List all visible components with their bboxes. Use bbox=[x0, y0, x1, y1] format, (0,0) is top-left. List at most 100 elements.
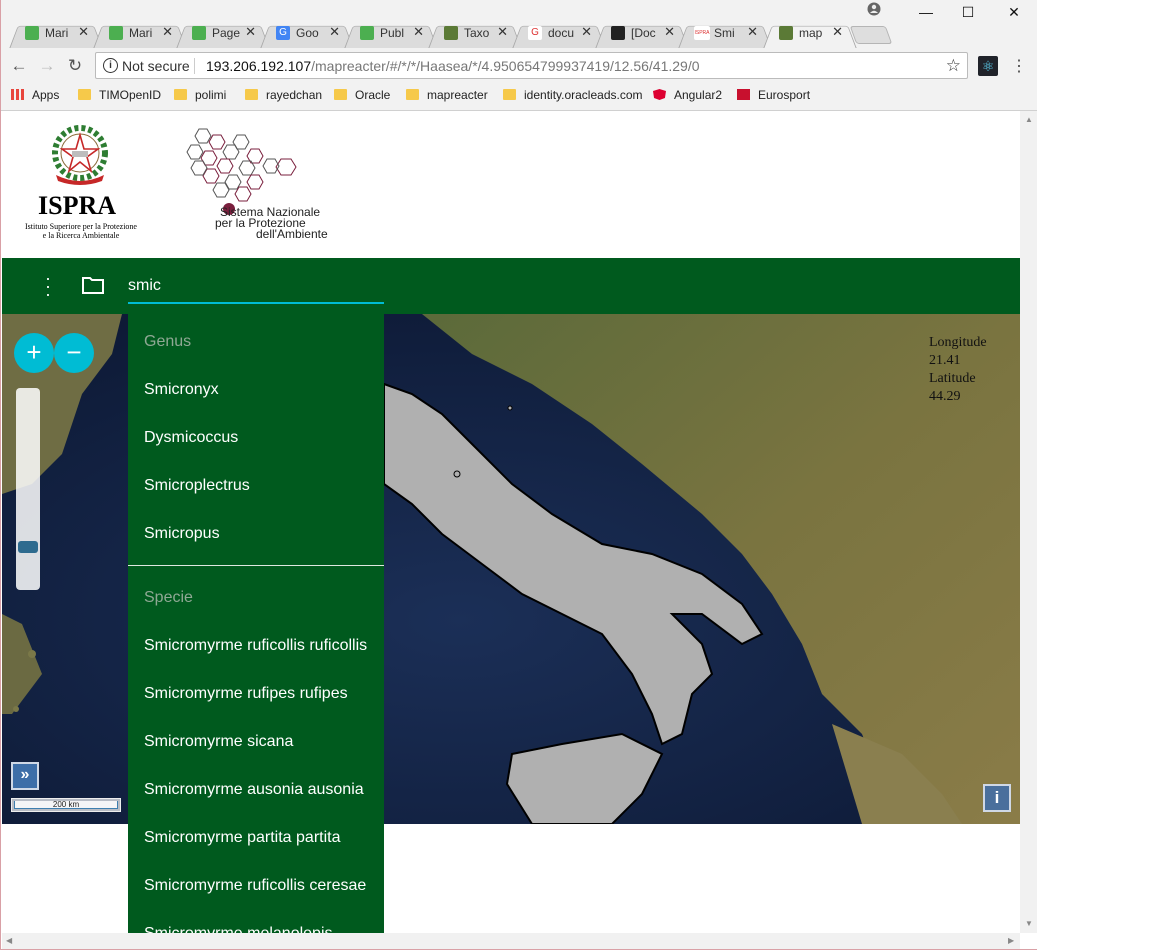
more-vert-icon[interactable]: · · · bbox=[38, 269, 58, 303]
browser-tab[interactable]: Mari ✕ bbox=[9, 19, 103, 49]
horizontal-scrollbar[interactable]: ◀ ▶ bbox=[2, 933, 1020, 949]
tab-favicon-icon bbox=[611, 26, 625, 40]
browser-tab[interactable]: Gdocu ✕ bbox=[512, 19, 606, 49]
minimize-button[interactable]: — bbox=[911, 4, 941, 20]
browser-menu-button[interactable]: ⋮ bbox=[1011, 56, 1027, 76]
back-button[interactable]: ← bbox=[9, 56, 29, 76]
tab-title: Smi bbox=[714, 26, 735, 40]
latitude-value: 44.29 bbox=[929, 389, 961, 404]
bookmark-item[interactable]: Apps bbox=[11, 88, 59, 106]
search-field bbox=[128, 272, 384, 304]
snpa-logo-icon bbox=[186, 128, 297, 215]
address-bar[interactable]: i Not secure 193.206.192.107/mapreacter/… bbox=[95, 52, 968, 79]
close-window-button[interactable]: ✕ bbox=[999, 4, 1029, 21]
overview-map-toggle[interactable]: » bbox=[11, 762, 39, 790]
genus-suggestion[interactable]: Dysmicoccus bbox=[144, 429, 238, 447]
forward-button[interactable]: → bbox=[37, 56, 57, 76]
ispra-subtitle-line1: Istituto Superiore per la Protezione bbox=[25, 222, 137, 231]
bookmark-item[interactable]: Oracle bbox=[334, 88, 390, 106]
genus-suggestion[interactable]: Smicroplectrus bbox=[144, 477, 250, 495]
browser-tab[interactable]: Taxo ✕ bbox=[428, 19, 522, 49]
tab-close-icon[interactable]: ✕ bbox=[664, 24, 675, 40]
browser-toolbar: ← → ↻ i Not secure 193.206.192.107/mapre… bbox=[1, 48, 1037, 84]
info-icon[interactable]: i bbox=[103, 58, 118, 73]
folder-icon bbox=[334, 89, 347, 100]
ispra-subtitle-line2: e la Ricerca Ambientale bbox=[42, 231, 120, 240]
specie-suggestion[interactable]: Smicromyrme ruficollis ruficollis bbox=[144, 637, 367, 655]
bookmark-item[interactable]: identity.oracleads.com bbox=[503, 88, 643, 106]
zoom-slider-thumb[interactable] bbox=[18, 540, 38, 553]
genus-suggestion[interactable]: Smicronyx bbox=[144, 381, 219, 399]
tab-close-icon[interactable]: ✕ bbox=[497, 24, 508, 40]
browser-tab[interactable]: map ✕ bbox=[763, 19, 857, 49]
bookmark-item[interactable]: Angular2 bbox=[653, 88, 722, 106]
ispra-title: ISPRA bbox=[38, 191, 117, 220]
page-content: ISPRA Istituto Superiore per la Protezio… bbox=[2, 111, 1020, 933]
reload-button[interactable]: ↻ bbox=[65, 56, 85, 76]
tab-close-icon[interactable]: ✕ bbox=[581, 24, 592, 40]
folder-icon bbox=[503, 89, 516, 100]
tab-favicon-icon: ISPRA bbox=[694, 26, 710, 40]
tab-favicon-icon bbox=[25, 26, 39, 40]
browser-tab[interactable]: G Goo ✕ bbox=[260, 19, 354, 49]
url-host: 193.206.192.107 bbox=[206, 58, 312, 74]
scroll-right-arrow-icon[interactable]: ▶ bbox=[1008, 936, 1014, 945]
browser-tab[interactable]: Page ✕ bbox=[176, 19, 270, 49]
genus-suggestion[interactable]: Smicropus bbox=[144, 525, 220, 543]
tab-favicon-icon: G bbox=[276, 26, 290, 40]
tab-close-icon[interactable]: ✕ bbox=[747, 24, 758, 40]
tab-close-icon[interactable]: ✕ bbox=[162, 24, 173, 40]
specie-suggestion[interactable]: Smicromyrme sicana bbox=[144, 733, 293, 751]
snpa-text: Sistema Nazionale per la Protezione dell… bbox=[214, 206, 328, 241]
browser-tab[interactable]: Publ ✕ bbox=[344, 19, 438, 49]
tab-close-icon[interactable]: ✕ bbox=[78, 24, 89, 40]
zoom-in-button[interactable]: + bbox=[14, 333, 54, 373]
maximize-button[interactable]: ☐ bbox=[953, 4, 983, 21]
scale-line: 200 km bbox=[11, 798, 121, 812]
tab-close-icon[interactable]: ✕ bbox=[245, 24, 256, 40]
apps-icon bbox=[11, 89, 24, 100]
scroll-left-arrow-icon[interactable]: ◀ bbox=[6, 936, 12, 945]
specie-suggestion[interactable]: Smicromyrme melanolepis bbox=[144, 925, 333, 933]
search-input[interactable] bbox=[128, 272, 378, 300]
vertical-scrollbar[interactable]: ▲ ▼ bbox=[1020, 111, 1037, 933]
tab-close-icon[interactable]: ✕ bbox=[329, 24, 340, 40]
folder-icon[interactable] bbox=[82, 276, 104, 294]
page-header: ISPRA Istituto Superiore per la Protezio… bbox=[2, 111, 1020, 258]
bookmark-item[interactable]: rayedchan bbox=[245, 88, 322, 106]
tab-title: [Doc bbox=[631, 26, 656, 40]
browser-tab[interactable]: [Doc ✕ bbox=[595, 19, 689, 49]
specie-suggestion[interactable]: Smicromyrme rufipes rufipes bbox=[144, 685, 348, 703]
browser-tab[interactable]: ISPRA Smi ✕ bbox=[678, 19, 772, 49]
snpa-line3: dell'Ambiente bbox=[256, 227, 328, 241]
bookmark-item[interactable]: mapreacter bbox=[406, 88, 488, 106]
eurosport-icon bbox=[737, 89, 750, 100]
bookmark-item[interactable]: TIMOpenID bbox=[78, 88, 161, 106]
zoom-out-button[interactable]: − bbox=[54, 333, 94, 373]
browser-tab[interactable]: Mari ✕ bbox=[93, 19, 187, 49]
bookmark-star-icon[interactable]: ☆ bbox=[946, 56, 961, 76]
specie-suggestion[interactable]: Smicromyrme partita partita bbox=[144, 829, 341, 847]
zoom-slider[interactable] bbox=[16, 388, 40, 590]
bookmark-item[interactable]: Eurosport bbox=[737, 88, 810, 106]
bookmark-label: rayedchan bbox=[266, 88, 323, 102]
scroll-up-arrow-icon[interactable]: ▲ bbox=[1025, 115, 1033, 124]
bookmark-item[interactable]: polimi bbox=[174, 88, 226, 106]
suggestion-divider bbox=[128, 565, 384, 566]
attribution-info-button[interactable]: i bbox=[983, 784, 1011, 812]
specie-suggestion[interactable]: Smicromyrme ruficollis ceresae bbox=[144, 877, 366, 895]
scroll-down-arrow-icon[interactable]: ▼ bbox=[1025, 919, 1033, 928]
longitude-value: 21.41 bbox=[929, 353, 961, 368]
tab-close-icon[interactable]: ✕ bbox=[413, 24, 424, 40]
bookmark-label: mapreacter bbox=[427, 88, 488, 102]
tab-favicon-icon bbox=[192, 26, 206, 40]
tab-close-icon[interactable]: ✕ bbox=[832, 24, 843, 40]
search-suggestions: Genus Smicronyx Dysmicoccus Smicroplectrus… bbox=[128, 314, 384, 933]
react-devtools-icon[interactable]: ⚛ bbox=[978, 56, 998, 76]
profile-icon[interactable] bbox=[867, 2, 881, 16]
url-text[interactable]: 193.206.192.107/mapreacter/#/*/*/Haasea/… bbox=[206, 58, 700, 74]
tab-title: docu bbox=[548, 26, 575, 40]
specie-suggestion[interactable]: Smicromyrme ausonia ausonia bbox=[144, 781, 364, 799]
longitude-label: Longitude bbox=[929, 335, 987, 350]
new-tab-button[interactable] bbox=[849, 26, 893, 44]
